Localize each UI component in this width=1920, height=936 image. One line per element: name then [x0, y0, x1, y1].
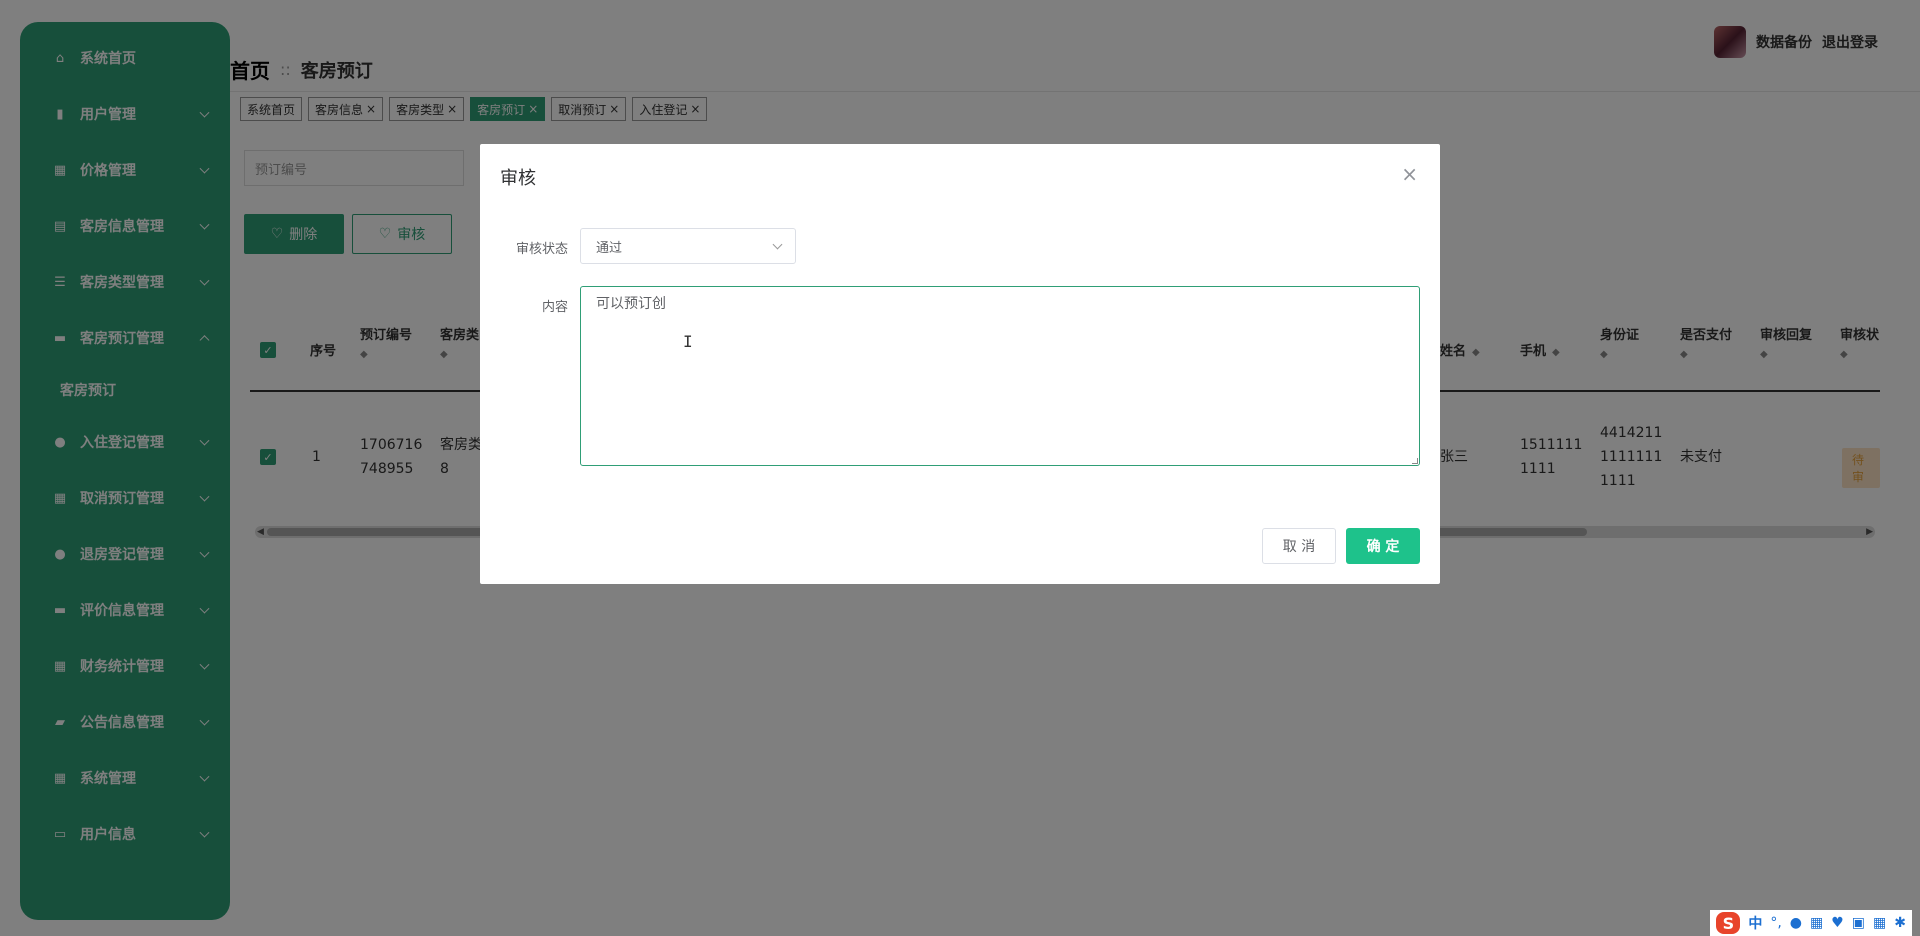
content-label: 内容 — [541, 300, 568, 315]
grid-icon[interactable]: ▦ — [1873, 915, 1886, 931]
cancel-button-label: 取 消 — [1282, 539, 1316, 555]
ime-punct-toggle[interactable]: °, — [1770, 915, 1781, 931]
chevron-down-icon — [772, 239, 783, 250]
audit-status-value: 通过 — [596, 240, 623, 256]
keyboard-icon[interactable]: ▦ — [1810, 915, 1823, 931]
ime-mode-toggle[interactable]: 中 — [1748, 913, 1762, 933]
audit-dialog: 审核 × 审核状态 通过 内容 取 消 确 定 — [480, 144, 1440, 584]
close-icon[interactable]: × — [1401, 162, 1418, 186]
audit-status-select[interactable]: 通过 — [580, 228, 796, 264]
confirm-button-label: 确 定 — [1366, 539, 1400, 555]
cancel-button[interactable]: 取 消 — [1262, 528, 1336, 564]
dialog-title: 审核 — [500, 168, 536, 189]
resize-handle[interactable] — [1412, 458, 1418, 464]
ime-toolbar: S 中 °, ● ▦ ♥ ▣ ▦ ✱ — [1710, 910, 1912, 936]
microphone-icon[interactable]: ● — [1790, 915, 1802, 931]
skin-icon[interactable]: ♥ — [1831, 915, 1844, 931]
gear-icon[interactable]: ✱ — [1894, 915, 1906, 931]
confirm-button[interactable]: 确 定 — [1346, 528, 1420, 564]
audit-status-label: 审核状态 — [515, 242, 568, 257]
content-textarea[interactable] — [580, 286, 1420, 466]
text-cursor-icon: I — [683, 332, 693, 351]
toolbox-icon[interactable]: ▣ — [1852, 915, 1865, 931]
ime-logo-icon[interactable]: S — [1716, 912, 1741, 934]
